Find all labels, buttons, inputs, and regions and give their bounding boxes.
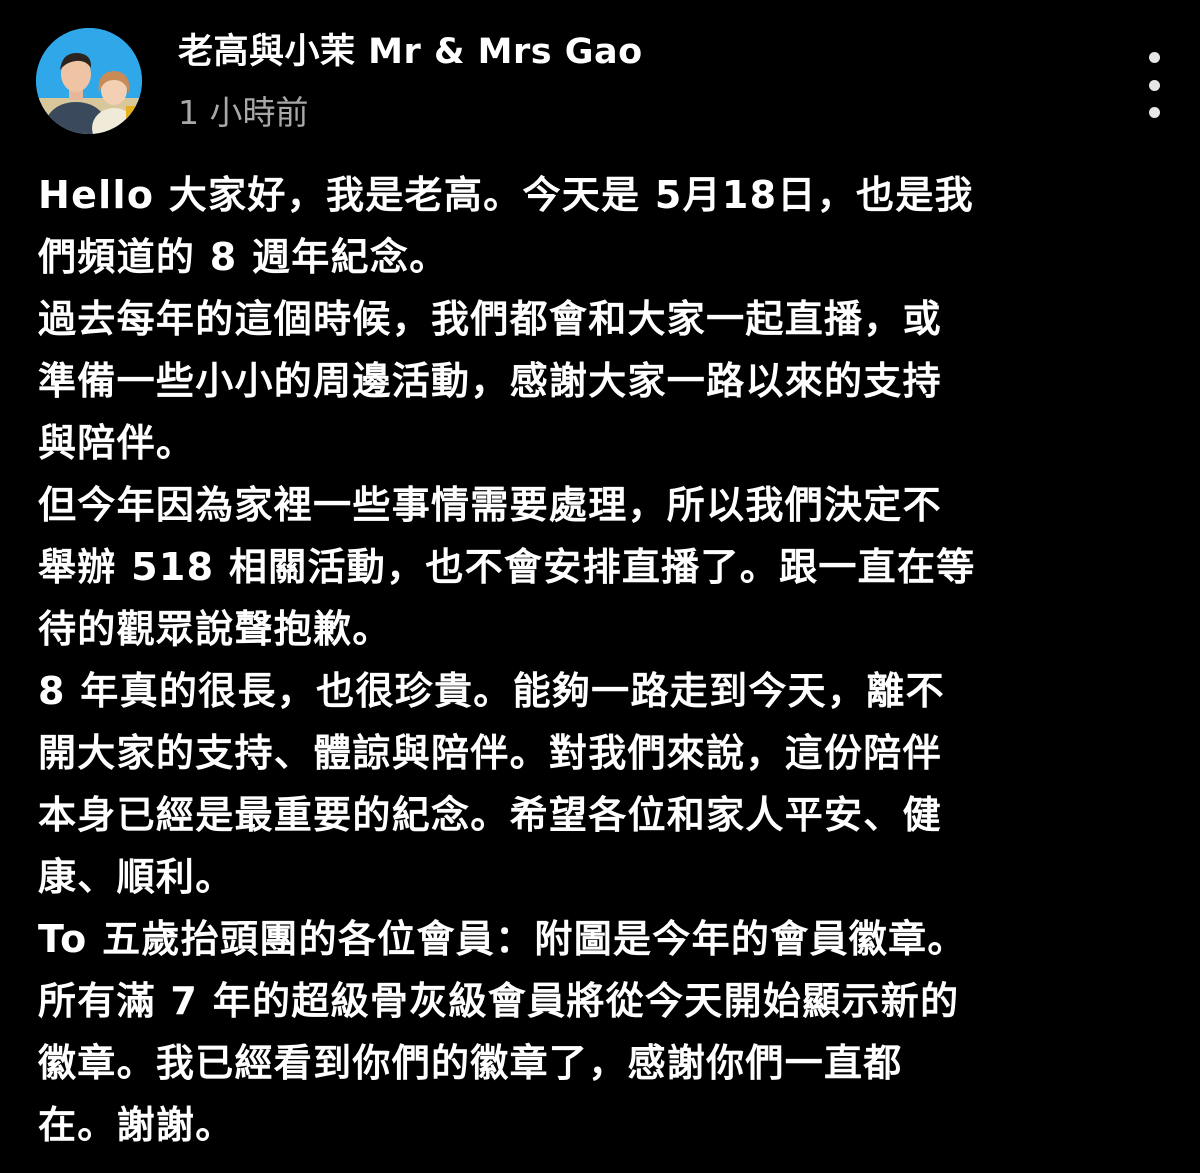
menu-dot — [1148, 79, 1160, 91]
post-timestamp[interactable]: 1 小時前 — [178, 92, 309, 134]
menu-dot — [1148, 107, 1160, 118]
post-paragraph: 過去每年的這個時候，我們都會和大家一起直播，或 準備一些小小的周邊活動，感謝大家… — [38, 297, 942, 465]
channel-name[interactable]: 老高與小茉 Mr & Mrs Gao — [178, 30, 643, 74]
post-paragraph: To 五歲抬頭團的各位會員：附圖是今年的會員徽章。 所有滿 7 年的超級骨灰級會… — [38, 917, 967, 1147]
post-paragraph: 8 年真的很長，也很珍貴。能夠一路走到今天，離不 開大家的支持、體諒與陪伴。對我… — [38, 669, 945, 899]
community-post: 老高與小茉 Mr & Mrs Gao 1 小時前 Hello 大家好，我是老高。… — [0, 0, 1200, 1173]
post-paragraph: Hello 大家好，我是老高。今天是 5月18日，也是我 們頻道的 8 週年紀念… — [38, 173, 974, 279]
menu-dot — [1148, 52, 1160, 63]
post-header: 老高與小茉 Mr & Mrs Gao 1 小時前 — [36, 26, 1176, 138]
channel-avatar[interactable] — [36, 28, 142, 134]
more-vertical-icon[interactable] — [1134, 52, 1174, 118]
avatar-image — [36, 28, 142, 134]
post-body: Hello 大家好，我是老高。今天是 5月18日，也是我 們頻道的 8 週年紀念… — [38, 164, 1168, 1156]
post-paragraph: 但今年因為家裡一些事情需要處理，所以我們決定不 舉辦 518 相關活動，也不會安… — [38, 483, 976, 651]
